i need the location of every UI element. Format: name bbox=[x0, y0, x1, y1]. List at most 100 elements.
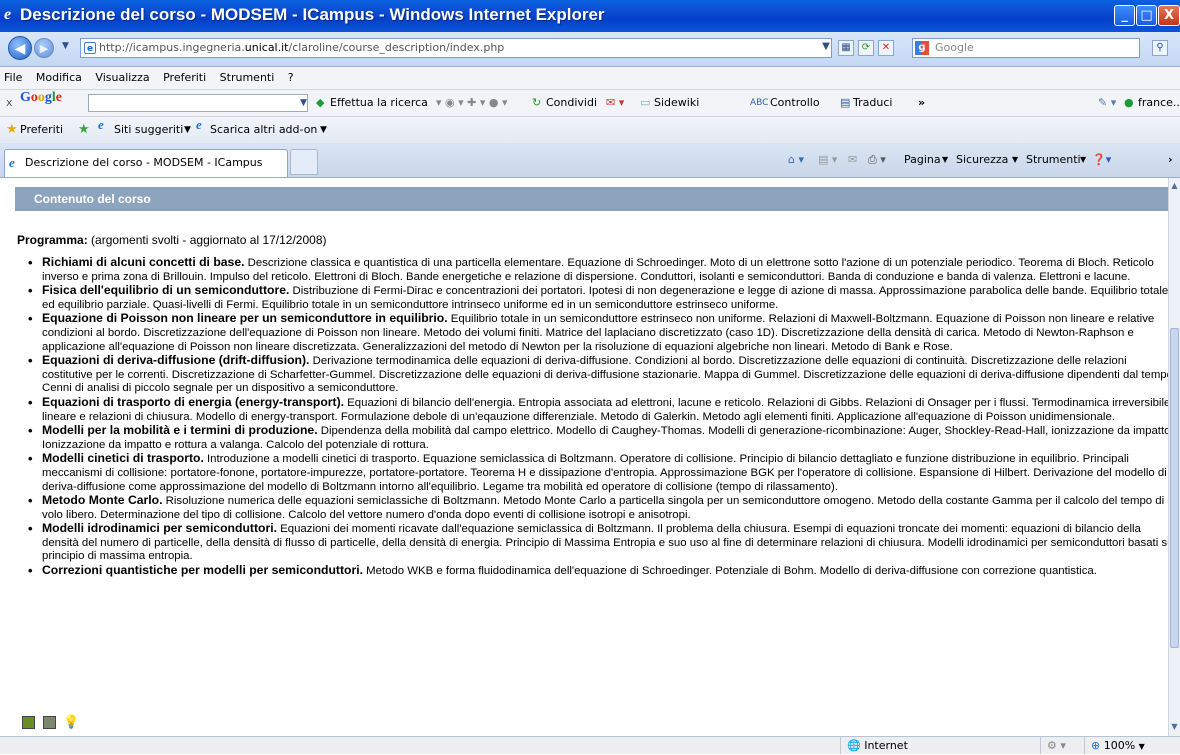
menu-visualizza[interactable]: Visualizza bbox=[95, 71, 149, 84]
tab-title: Descrizione del corso - MODSEM - ICampus bbox=[25, 156, 263, 169]
topic-title: Equazioni di deriva-diffusione (drift-di… bbox=[42, 353, 310, 368]
more-commands-icon[interactable]: › bbox=[1168, 143, 1173, 177]
tab-course-description[interactable]: e Descrizione del corso - MODSEM - ICamp… bbox=[4, 149, 288, 177]
lightbulb-icon[interactable]: 💡 bbox=[63, 716, 79, 729]
zoom-dropdown-icon[interactable]: ▼ bbox=[1139, 742, 1145, 751]
new-tab-button[interactable] bbox=[290, 149, 318, 175]
url-path: /claroline/course_description/index.php bbox=[288, 41, 505, 54]
sidewiki-button[interactable]: Sidewiki bbox=[654, 90, 699, 116]
forward-icon[interactable]: ▶ bbox=[34, 38, 54, 58]
print-icon[interactable]: ⎙ ▾ bbox=[868, 143, 886, 177]
menu-preferiti[interactable]: Preferiti bbox=[163, 71, 206, 84]
spellcheck-button[interactable]: Controllo bbox=[770, 90, 820, 116]
list-item: Equazione di Poisson non lineare per un … bbox=[28, 312, 1168, 354]
addons-link[interactable]: Scarica altri add-on bbox=[210, 117, 317, 143]
help-icon[interactable]: ❓▾ bbox=[1092, 143, 1111, 177]
google-dropdown-icon[interactable]: ▼ bbox=[300, 90, 307, 116]
protected-mode-icon[interactable]: ⚙ ▾ bbox=[1040, 737, 1084, 754]
vertical-scrollbar[interactable]: ▲ ▼ bbox=[1168, 178, 1180, 736]
topic-title: Metodo Monte Carlo. bbox=[42, 493, 163, 508]
menu-modifica[interactable]: Modifica bbox=[36, 71, 82, 84]
history-dropdown-icon[interactable]: ▼ bbox=[62, 41, 69, 51]
suggested-dropdown-icon[interactable]: ▼ bbox=[184, 117, 191, 143]
scroll-down-icon[interactable]: ▼ bbox=[1170, 721, 1179, 733]
zone-indicator: 🌐 Internet bbox=[840, 737, 1000, 754]
search-input[interactable]: g Google bbox=[912, 38, 1140, 58]
suggested-sites-link[interactable]: Siti suggeriti bbox=[114, 117, 183, 143]
suggested-sites-icon: e bbox=[98, 117, 104, 132]
zoom-level: 100% bbox=[1103, 739, 1136, 752]
feeds-icon[interactable]: ▤ ▾ bbox=[818, 143, 837, 177]
back-icon[interactable]: ◀ bbox=[8, 36, 32, 60]
security-menu[interactable]: Sicurezza bbox=[956, 143, 1008, 177]
translate-icon: ▤ bbox=[840, 96, 851, 109]
list-item: Richiami di alcuni concetti di base. Des… bbox=[28, 255, 1168, 284]
menu-file[interactable]: File bbox=[4, 71, 22, 84]
menu-help[interactable]: ? bbox=[288, 71, 294, 84]
scroll-thumb[interactable] bbox=[1170, 328, 1179, 648]
zone-label: Internet bbox=[864, 739, 908, 752]
toolbar-extras-icon[interactable]: ▾ ◉ ▾ ✚ ▾ ● ▾ bbox=[436, 90, 507, 116]
more-button[interactable]: » bbox=[918, 90, 925, 116]
search-go-icon[interactable]: ⚲ bbox=[1152, 40, 1168, 56]
list-item: Modelli per la mobilità e i termini di p… bbox=[28, 423, 1168, 452]
page-icon: e bbox=[84, 42, 96, 54]
section-header: Contenuto del corso bbox=[15, 187, 1168, 211]
tools-menu[interactable]: Strumenti bbox=[1026, 143, 1081, 177]
tools-dropdown-icon[interactable]: ▼ bbox=[1080, 143, 1086, 177]
topic-title: Fisica dell'equilibrio di un semicondutt… bbox=[42, 283, 290, 298]
home-icon[interactable]: ⌂ ▾ bbox=[788, 143, 804, 177]
list-item: Correzioni quantistiche per modelli per … bbox=[28, 563, 1168, 579]
delete-icon[interactable] bbox=[42, 715, 56, 729]
mail-icon[interactable]: ✉ bbox=[848, 143, 857, 177]
minimize-button[interactable]: _ bbox=[1114, 5, 1135, 26]
address-input[interactable]: e http://icampus.ingegneria.unical.it/cla… bbox=[80, 38, 832, 58]
topic-text: Introduzione a modelli cinetici di trasp… bbox=[42, 453, 1167, 493]
topic-title: Modelli per la mobilità e i termini di p… bbox=[42, 423, 318, 438]
stop-icon[interactable]: ✕ bbox=[878, 40, 894, 56]
google-search-input[interactable] bbox=[88, 94, 308, 112]
sidewiki-icon: ▭ bbox=[640, 96, 651, 109]
zoom-icon: ⊕ bbox=[1091, 739, 1101, 752]
topic-title: Richiami di alcuni concetti di base. bbox=[42, 255, 245, 269]
google-search-icon: ◆ bbox=[316, 96, 325, 109]
scroll-up-icon[interactable]: ▲ bbox=[1170, 180, 1179, 192]
google-toolbar: x Google ▼ ◆ Effettua la ricerca ▾ ◉ ▾ ✚… bbox=[0, 90, 1180, 117]
compatibility-icon[interactable]: ▦ bbox=[838, 40, 854, 56]
url-dropdown-icon[interactable]: ▼ bbox=[818, 40, 834, 56]
list-item: Modelli cinetici di trasporto. Introduzi… bbox=[28, 452, 1168, 494]
ie-logo-icon: e bbox=[4, 6, 12, 23]
maximize-button[interactable]: □ bbox=[1136, 5, 1157, 26]
share-button[interactable]: Condividi bbox=[546, 90, 597, 116]
list-item: Modelli idrodinamici per semiconduttori.… bbox=[28, 521, 1168, 564]
translate-button[interactable]: Traduci bbox=[853, 90, 892, 116]
program-note: (argomenti svolti - aggiornato al 17/12/… bbox=[87, 233, 327, 247]
program-label: Programma: bbox=[17, 233, 88, 247]
tab-ie-icon: e bbox=[9, 155, 15, 170]
page-dropdown-icon[interactable]: ▼ bbox=[942, 143, 948, 177]
window-title: Descrizione del corso - MODSEM - ICampus… bbox=[20, 5, 605, 24]
list-item: Equazioni di deriva-diffusione (drift-di… bbox=[28, 353, 1168, 396]
settings-wrench-icon[interactable]: ✎ ▾ bbox=[1098, 90, 1116, 116]
google-search-button[interactable]: Effettua la ricerca bbox=[330, 90, 428, 116]
program-heading: Programma: (argomenti svolti - aggiornat… bbox=[17, 233, 327, 247]
google-search-icon: g bbox=[915, 41, 929, 55]
close-button[interactable]: X bbox=[1158, 5, 1180, 26]
addons-dropdown-icon[interactable]: ▼ bbox=[320, 117, 327, 143]
bookmark-icon[interactable]: ✉ ▾ bbox=[606, 90, 624, 116]
globe-icon: 🌐 bbox=[847, 739, 861, 752]
menu-strumenti[interactable]: Strumenti bbox=[220, 71, 275, 84]
search-placeholder: Google bbox=[935, 41, 974, 54]
favorites-button[interactable]: Preferiti bbox=[20, 117, 63, 143]
refresh-icon[interactable]: ⟳ bbox=[858, 40, 874, 56]
google-toolbar-close[interactable]: x bbox=[6, 90, 13, 116]
user-name[interactable]: france... bbox=[1138, 90, 1180, 116]
security-dropdown-icon[interactable]: ▼ bbox=[1012, 143, 1018, 177]
edit-icon[interactable] bbox=[22, 715, 35, 729]
zoom-control[interactable]: ⊕ 100% ▼ bbox=[1084, 737, 1180, 754]
tab-bar: e Descrizione del corso - MODSEM - ICamp… bbox=[0, 143, 1180, 178]
address-toolbar: ◀ ▶ ▼ e http://icampus.ingegneria.unical.… bbox=[0, 32, 1180, 67]
add-favorite-icon[interactable]: ★ bbox=[78, 117, 90, 143]
page-menu[interactable]: Pagina bbox=[904, 143, 941, 177]
menu-bar: File Modifica Visualizza Preferiti Strum… bbox=[0, 67, 1180, 90]
